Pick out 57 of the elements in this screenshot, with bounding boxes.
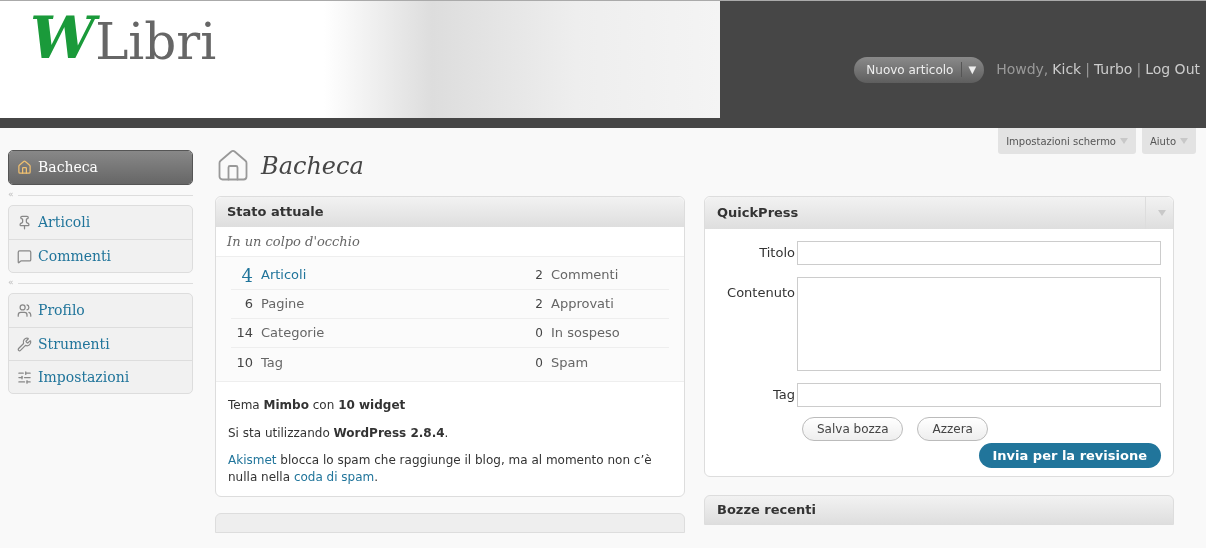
separator: | [1085,60,1090,80]
sliders-icon [17,369,32,385]
separator: | [1136,60,1142,80]
user-link[interactable]: Turbo [1093,59,1133,80]
caret-icon [1120,138,1128,144]
greeting-text: Howdy, [996,60,1049,79]
stat-count: 2 [534,267,543,284]
stat-count: 6 [243,295,253,314]
stat-label: In sospeso [551,324,620,343]
stat-link[interactable]: Articoli [261,265,307,285]
menu-item[interactable]: Commenti [9,239,192,272]
stat-count: 10 [235,353,253,372]
stat-count: 0 [534,325,543,342]
stat-label: Categorie [261,324,325,343]
home-icon [17,160,32,175]
stat-count: 2 [534,296,543,313]
wrench-icon [17,336,32,352]
user-link[interactable]: Kick [1052,59,1082,80]
field-label: Contenuto [726,284,796,302]
form-button[interactable]: Azzera [917,417,988,441]
form-button[interactable]: Salva bozza [802,417,904,441]
stat-count: 0 [534,354,543,372]
page-title: Bacheca [261,151,364,182]
panel-title: Bozze recenti [717,501,816,520]
stat-label: Pagine [261,295,305,314]
stat-label: Approvati [551,295,614,314]
panel-title: QuickPress [705,197,1173,229]
stat-count: 14 [235,324,253,343]
user-link[interactable]: Log Out [1145,59,1200,80]
akismet-text: Akismet blocca lo spam che raggiunge il blog, ma al momento non c’è nulla nella coda di spam. [228,452,653,486]
pin-icon [17,215,32,230]
screen-tab[interactable]: Aiuto [1142,128,1196,154]
field-label: Titolo [758,244,796,262]
screen-tab[interactable]: Impostazioni schermo [998,128,1136,154]
theme-text: Tema Mimbo con 10 widget [228,397,407,414]
people-icon [17,303,32,318]
menu-item[interactable]: Strumenti [9,327,192,360]
content-field[interactable] [797,277,1161,371]
panel-title: Stato attuale [216,197,684,227]
caret-icon [1180,138,1188,144]
text-field[interactable] [797,241,1161,265]
menu-item[interactable]: Bacheca [9,151,192,184]
menu-item[interactable]: Articoli [9,206,192,239]
caret-icon [1157,210,1166,216]
stat-label: Commenti [551,266,619,285]
stat-label: Tag [261,353,283,372]
field-label: Tag [772,386,796,404]
stat-label: Spam [551,353,589,372]
text-link[interactable]: Akismet [228,453,277,467]
submit-button[interactable]: Invia per la revisione [978,443,1161,468]
menu-item[interactable]: Impostazioni [9,360,192,393]
menu-item[interactable]: Profilo [9,294,192,327]
new-post-button[interactable]: Nuovo articolo ▼ [854,56,985,83]
version-text: Si sta utilizzando WordPress 2.8.4. [228,425,450,442]
stat-count: 4 [240,263,253,288]
text-field[interactable] [797,383,1161,407]
speech-bubble-icon [17,248,32,264]
